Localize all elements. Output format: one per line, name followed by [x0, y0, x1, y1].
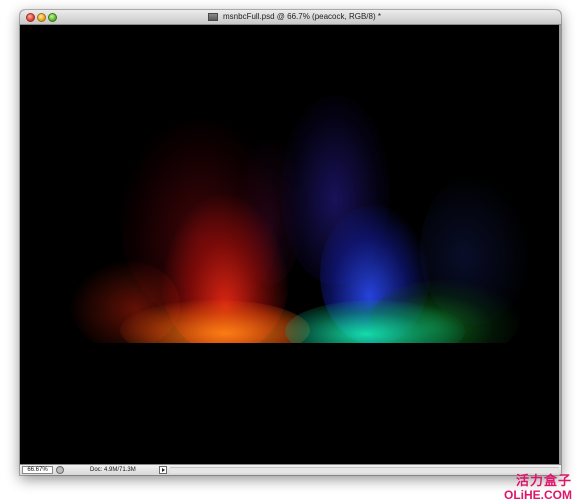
zoom-level-field[interactable]: 66.67% [22, 466, 53, 474]
watermark-chinese: 活力盒子 [515, 473, 572, 488]
document-size-info: Doc: 4.9M/71.3M [90, 467, 136, 473]
minimize-icon[interactable] [37, 13, 46, 22]
quick-mask-icon[interactable] [56, 466, 64, 474]
document-canvas[interactable] [20, 25, 561, 464]
photoshop-document-window: msnbcFull.psd @ 66.7% (peacock, RGB/8) *… [20, 10, 561, 475]
triangle-right-icon[interactable] [159, 466, 167, 474]
status-bar: 66.67% Doc: 4.9M/71.3M [20, 464, 561, 475]
page: msnbcFull.psd @ 66.7% (peacock, RGB/8) *… [0, 0, 580, 504]
zoom-icon[interactable] [48, 13, 57, 22]
watermark-site: OLiHE.COM [504, 488, 572, 502]
horizontal-scrollbar[interactable] [170, 467, 559, 473]
close-icon[interactable] [26, 13, 35, 22]
canvas-horizon-shadow [20, 343, 561, 464]
window-titlebar[interactable]: msnbcFull.psd @ 66.7% (peacock, RGB/8) * [20, 10, 561, 25]
window-title: msnbcFull.psd @ 66.7% (peacock, RGB/8) * [223, 12, 381, 21]
psd-document-icon [208, 13, 218, 21]
vertical-scrollbar[interactable] [559, 25, 561, 464]
